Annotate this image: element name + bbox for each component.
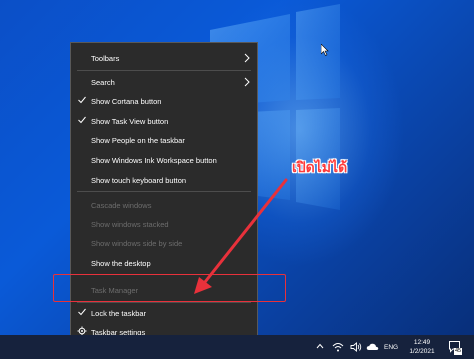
menu-item-cascade-windows: Cascade windows <box>71 195 257 215</box>
chevron-right-icon <box>244 53 250 63</box>
menu-item-toolbars[interactable]: Toolbars <box>71 48 257 68</box>
mouse-cursor <box>321 44 329 56</box>
menu-item-label: Show touch keyboard button <box>91 175 187 185</box>
menu-item-show-windows-side-by-side: Show windows side by side <box>71 233 257 253</box>
clock-time: 12:49 <box>413 339 431 346</box>
menu-item-label: Show windows stacked <box>91 219 169 229</box>
menu-item-label: Show Cortana button <box>91 96 162 106</box>
menu-item-label: Search <box>91 77 115 87</box>
menu-item-label: Show the desktop <box>91 258 151 268</box>
menu-item-show-the-desktop[interactable]: Show the desktop <box>71 253 257 273</box>
menu-item-label: Toolbars <box>91 53 120 63</box>
taskbar[interactable]: ENG 12:49 1/2/2021 45 <box>0 335 474 359</box>
clock[interactable]: 12:49 1/2/2021 <box>404 338 440 356</box>
network-icon[interactable] <box>332 341 344 353</box>
menu-item-label: Lock the taskbar <box>91 308 147 318</box>
menu-item-show-touch-keyboard[interactable]: Show touch keyboard button <box>71 170 257 190</box>
menu-item-label: Show windows side by side <box>91 238 183 248</box>
volume-icon[interactable] <box>350 341 362 353</box>
chevron-right-icon <box>244 77 250 87</box>
menu-item-show-people[interactable]: Show People on the taskbar <box>71 130 257 150</box>
menu-item-search[interactable]: Search <box>71 72 257 92</box>
chevron-up-icon[interactable] <box>316 343 324 349</box>
menu-item-label: Cascade windows <box>91 200 152 210</box>
menu-separator <box>77 191 251 192</box>
checkmark-icon <box>78 96 86 104</box>
menu-item-lock-the-taskbar[interactable]: Lock the taskbar <box>71 303 257 323</box>
menu-item-show-windows-stacked: Show windows stacked <box>71 214 257 234</box>
notification-count-badge: 45 <box>454 348 463 355</box>
clock-date: 1/2/2021 <box>409 348 435 355</box>
menu-item-label: Show Windows Ink Workspace button <box>91 155 217 165</box>
annotation-label: เปิดไม่ได้ <box>292 159 348 175</box>
menu-item-show-ink-workspace[interactable]: Show Windows Ink Workspace button <box>71 150 257 170</box>
menu-item-label: Show Task View button <box>91 116 169 126</box>
menu-separator <box>77 70 251 71</box>
checkmark-icon <box>78 116 86 124</box>
task-manager-highlight-box <box>53 274 286 302</box>
menu-item-show-cortana-button[interactable]: Show Cortana button <box>71 91 257 111</box>
cloud-icon[interactable] <box>366 341 379 353</box>
menu-item-show-task-view-button[interactable]: Show Task View button <box>71 111 257 131</box>
menu-item-label: Show People on the taskbar <box>91 135 185 145</box>
checkmark-icon <box>78 308 86 316</box>
language-indicator[interactable]: ENG <box>384 344 398 351</box>
